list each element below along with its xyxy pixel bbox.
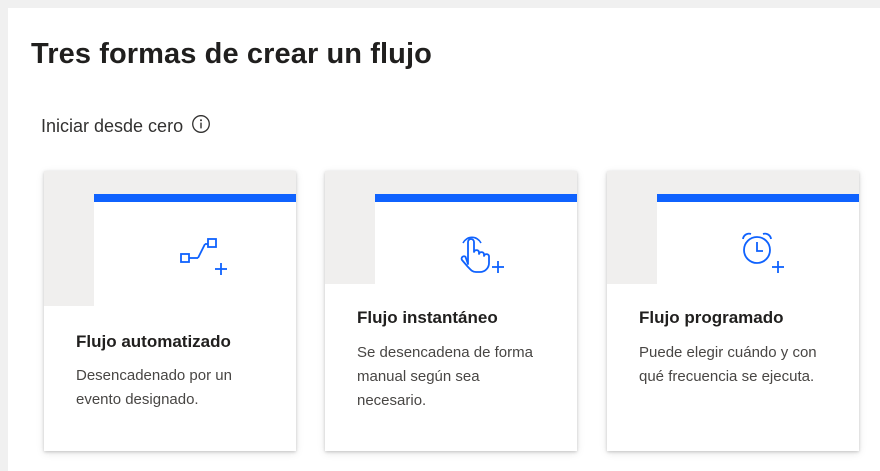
card-graphic [325, 171, 577, 284]
card-body: Flujo automatizado Desencadenado por un … [44, 306, 296, 451]
card-illustration [94, 194, 296, 306]
automated-flow-icon [180, 238, 227, 275]
scheduled-flow-card[interactable]: Flujo programado Puede elegir cuándo y c… [607, 171, 859, 451]
card-title: Flujo automatizado [76, 332, 231, 351]
card-description: Puede elegir cuándo y con qué frecuencia… [639, 344, 817, 385]
section-label: Iniciar desde cero [41, 116, 184, 136]
instant-flow-icon [460, 236, 504, 273]
create-flow-panel: Tres formas de crear un flujo Iniciar de… [8, 8, 880, 471]
card-title: Flujo instantáneo [357, 308, 498, 327]
card-body: Flujo programado Puede elegir cuándo y c… [607, 284, 859, 451]
card-graphic [607, 171, 859, 284]
scheduled-flow-icon [742, 232, 784, 273]
card-title: Flujo programado [639, 308, 784, 327]
page-title: Tres formas de crear un flujo [31, 38, 432, 70]
card-description: Desencadenado por un evento designado. [76, 367, 232, 408]
automated-flow-card[interactable]: Flujo automatizado Desencadenado por un … [44, 171, 296, 451]
card-description: Se desencadena de forma manual según sea… [357, 344, 533, 409]
card-body: Flujo instantáneo Se desencadena de form… [325, 284, 577, 451]
start-from-blank-section: Iniciar desde cero [41, 114, 211, 137]
card-illustration [657, 194, 859, 284]
card-graphic [44, 171, 296, 306]
card-illustration [375, 194, 577, 284]
instant-flow-card[interactable]: Flujo instantáneo Se desencadena de form… [325, 171, 577, 451]
info-icon[interactable] [191, 114, 211, 134]
